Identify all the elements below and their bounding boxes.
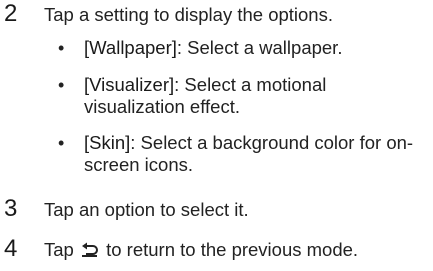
- keyword-wallpaper: [Wallpaper]: [84, 37, 177, 58]
- step-number: 4: [4, 235, 18, 262]
- keyword-skin: [Skin]: [84, 132, 131, 153]
- step-text: Tap an option to select it.: [44, 199, 249, 220]
- bullet-text: [Wallpaper]: Select a wallpaper.: [84, 37, 429, 59]
- step-number: 3: [4, 195, 18, 222]
- step-text: Tap to return to the previous mode.: [44, 239, 358, 261]
- step-text-before-icon: Tap: [44, 239, 79, 260]
- bullet-symbol: •: [58, 75, 65, 95]
- bullet-text: [Visualizer]: Select a motional visualiz…: [84, 74, 369, 118]
- return-icon: [81, 242, 98, 257]
- bullet-symbol: •: [58, 133, 65, 153]
- description-skin: : Select a background color for on-scree…: [84, 132, 414, 175]
- step-number: 2: [4, 0, 18, 27]
- step-text-after-icon: to return to the previous mode.: [100, 239, 359, 260]
- list-item-visualizer: • [Visualizer]: Select a motional visual…: [44, 74, 433, 118]
- description-wallpaper: : Select a wallpaper.: [176, 37, 343, 58]
- list-item-wallpaper: • [Wallpaper]: Select a wallpaper.: [44, 37, 433, 59]
- bullet-text: [Skin]: Select a background color for on…: [84, 132, 433, 176]
- keyword-visualizer: [Visualizer]: [84, 74, 175, 95]
- list-item-skin: • [Skin]: Select a background color for …: [44, 132, 433, 176]
- bullet-symbol: •: [58, 38, 65, 58]
- step-text: Tap a setting to display the options.: [44, 4, 333, 25]
